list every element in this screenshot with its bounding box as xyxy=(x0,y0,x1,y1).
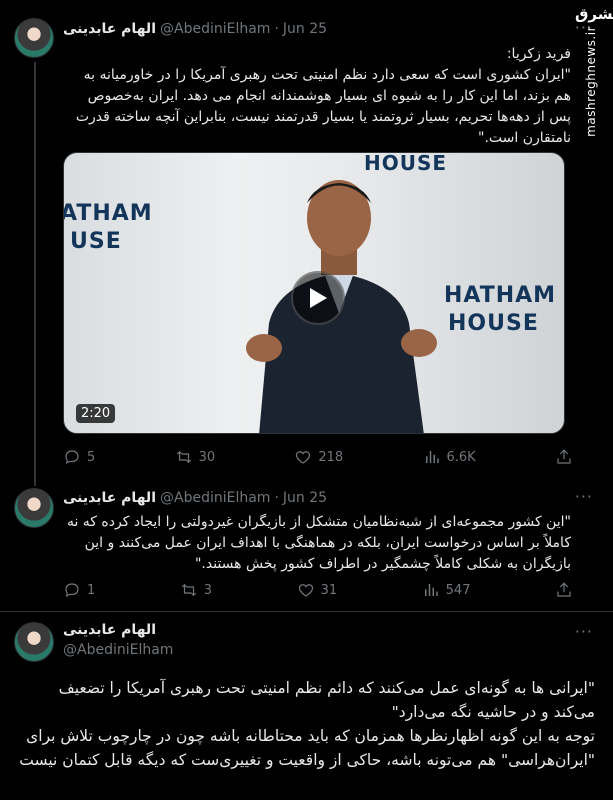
wall-text: HOUSE xyxy=(364,152,448,175)
reply-count: 1 xyxy=(87,582,96,598)
view-count: 547 xyxy=(445,582,471,598)
tweet-date[interactable]: Jun 25 xyxy=(283,21,327,37)
views-icon xyxy=(424,584,438,596)
wall-text: USE xyxy=(70,229,122,254)
like-button[interactable]: 218 xyxy=(294,448,343,466)
retweet-icon xyxy=(176,450,191,464)
wall-text: HATHAM xyxy=(444,283,557,308)
author-name[interactable]: الهام عابدینی xyxy=(63,21,156,37)
reply-icon xyxy=(65,583,79,598)
tweet-date[interactable]: Jun 25 xyxy=(283,490,327,506)
retweet-count: 30 xyxy=(198,449,216,465)
author-name[interactable]: الهام عابدینی xyxy=(63,622,593,638)
more-options-icon[interactable]: ··· xyxy=(575,622,593,641)
views-icon xyxy=(425,451,439,463)
retweet-button[interactable]: 30 xyxy=(175,448,216,466)
author-handle[interactable]: @AbediniElham xyxy=(63,642,593,658)
heart-icon xyxy=(298,584,313,597)
heart-icon xyxy=(296,451,311,464)
share-icon xyxy=(557,582,571,597)
share-button[interactable] xyxy=(555,581,573,599)
tweet-header: الهام عابدینی @AbediniElham ··· xyxy=(63,622,593,662)
tweet-text: "ایرانی ها به گونه‌ای عمل می‌کنند که دائ… xyxy=(19,679,595,769)
avatar[interactable] xyxy=(14,488,54,528)
separator-dot: · xyxy=(274,21,279,37)
share-button[interactable] xyxy=(555,448,573,466)
share-icon xyxy=(557,449,571,464)
tweet-actions: 1 3 31 547 xyxy=(63,580,571,600)
avatar[interactable] xyxy=(14,622,54,662)
tweet-text: "این کشور مجموعه‌ای از شبه‌نظامیان متشکل… xyxy=(66,514,571,572)
reply-icon xyxy=(65,450,79,465)
more-options-icon[interactable]: ··· xyxy=(575,487,593,506)
more-options-icon[interactable]: ··· xyxy=(575,18,593,37)
play-icon xyxy=(310,288,327,308)
video-player[interactable]: ATHAM USE HOUSE HATHAM HOUSE 2:20 xyxy=(63,152,565,434)
retweet-button[interactable]: 3 xyxy=(180,581,212,599)
retweet-icon xyxy=(181,583,196,597)
avatar[interactable] xyxy=(14,18,54,58)
video-duration: 2:20 xyxy=(76,404,116,423)
reply-count: 5 xyxy=(87,449,96,465)
separator-dot: · xyxy=(274,490,279,506)
wall-text: HOUSE xyxy=(448,311,539,336)
wall-text: ATHAM xyxy=(63,201,153,226)
tweet-header: الهام عابدینی @AbediniElham · Jun 25 ··· xyxy=(63,18,593,40)
author-handle[interactable]: @AbediniElham xyxy=(160,21,270,37)
play-button[interactable] xyxy=(291,271,345,325)
divider xyxy=(0,611,613,612)
reply-button[interactable]: 5 xyxy=(63,448,95,466)
views-button[interactable]: 547 xyxy=(422,581,471,599)
thread-line xyxy=(34,62,36,486)
watermark-site: mashreghnews.ir xyxy=(584,26,598,137)
retweet-count: 3 xyxy=(203,582,213,598)
like-count: 31 xyxy=(320,582,338,598)
tweet-actions: 5 30 218 6.6K xyxy=(63,447,571,467)
like-count: 218 xyxy=(318,449,344,465)
like-button[interactable]: 31 xyxy=(297,581,338,599)
tweet-text: فرید زکریا: "ایران کشوری است که سعی دارد… xyxy=(75,46,571,146)
view-count: 6.6K xyxy=(446,449,476,465)
views-button[interactable]: 6.6K xyxy=(423,448,476,466)
tweet-header: الهام عابدینی @AbediniElham · Jun 25 ··· xyxy=(63,487,593,509)
author-handle[interactable]: @AbediniElham xyxy=(160,490,270,506)
author-name[interactable]: الهام عابدینی xyxy=(63,490,156,506)
reply-button[interactable]: 1 xyxy=(63,581,95,599)
